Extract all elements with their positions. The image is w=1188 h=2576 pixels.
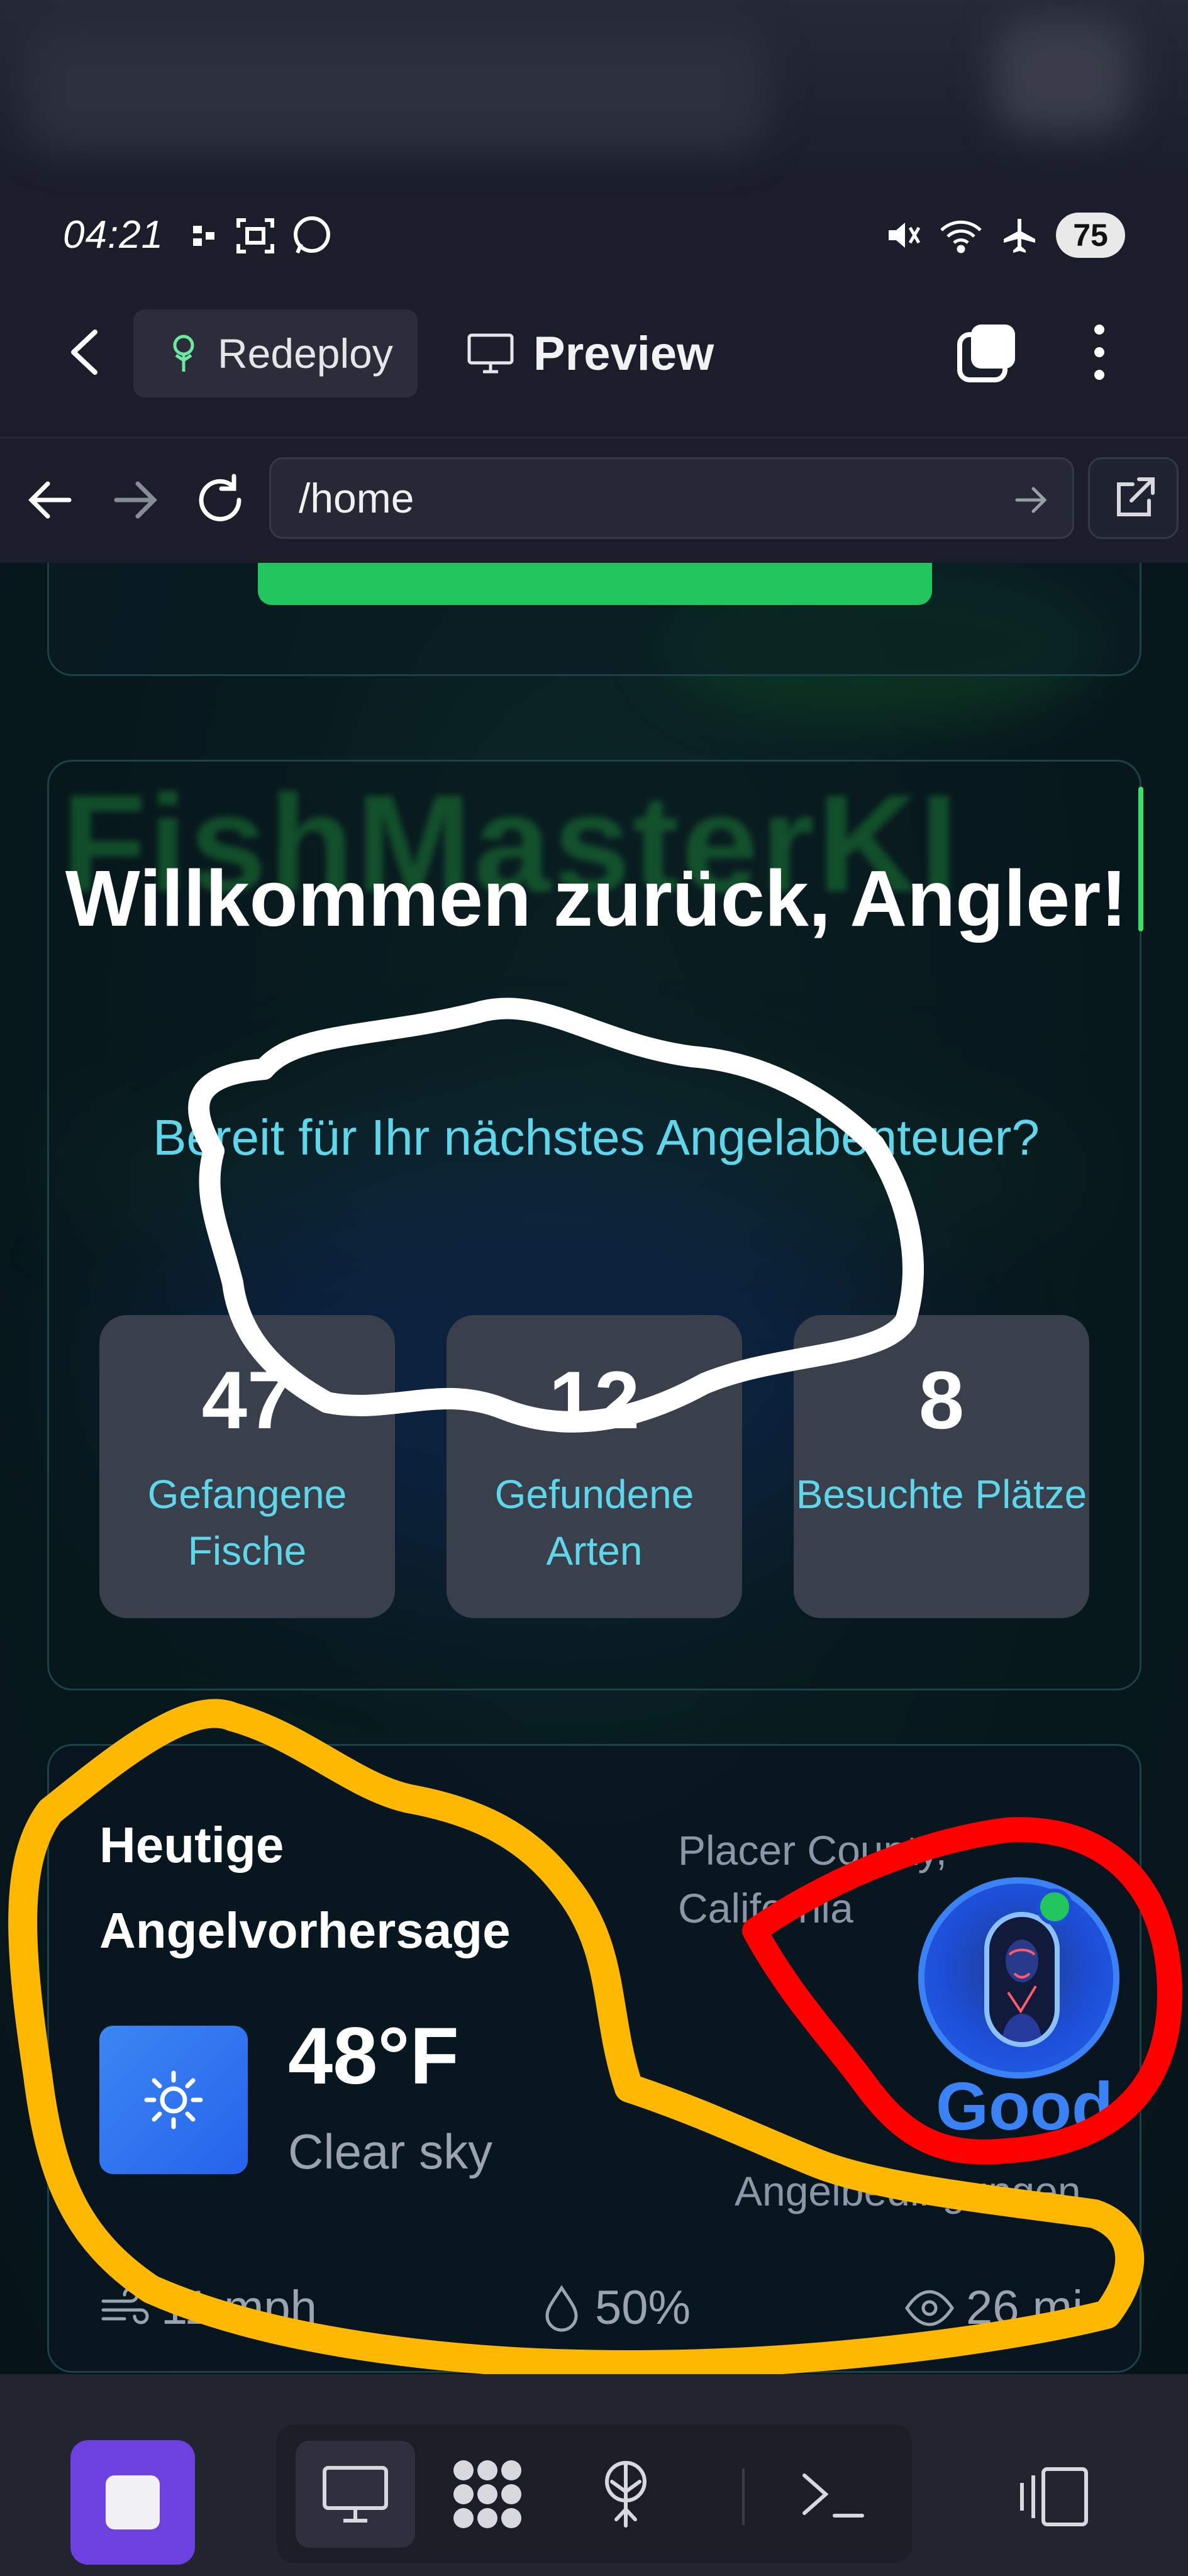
monitor-icon bbox=[467, 333, 514, 374]
external-link-icon bbox=[1117, 477, 1155, 516]
fishing-rating: Good bbox=[936, 2068, 1113, 2144]
tabs-icon[interactable] bbox=[956, 321, 1019, 384]
preview-label: Preview bbox=[533, 326, 714, 380]
welcome-subtitle: Bereit für Ihr nächstes Angelabenteuer? bbox=[153, 1109, 1040, 1165]
stat-card-places: 8 Besuchte Plätze bbox=[794, 1315, 1089, 1618]
temperature: 48°F bbox=[288, 2011, 459, 2101]
preview-tool-button[interactable] bbox=[296, 2441, 415, 2548]
reload-icon[interactable] bbox=[189, 469, 252, 531]
mute-icon bbox=[889, 223, 921, 248]
wind-icon bbox=[101, 2287, 149, 2324]
wind-stat: 11 mph bbox=[99, 2280, 317, 2335]
terminal-tool-button[interactable] bbox=[774, 2441, 893, 2548]
monitor-icon bbox=[323, 2466, 388, 2523]
arrow-right-icon[interactable] bbox=[104, 469, 167, 531]
stat-card-fish: 47 Gefangene Fische bbox=[99, 1315, 395, 1618]
grid-dots-icon bbox=[453, 2460, 521, 2528]
panel-toggle-button[interactable] bbox=[1000, 2450, 1107, 2544]
bottom-toolbar bbox=[0, 2374, 1188, 2576]
more-vertical-icon[interactable] bbox=[1080, 321, 1118, 384]
humidity-value: 50% bbox=[595, 2281, 691, 2334]
app-bar: Redeploy Preview bbox=[0, 283, 1188, 428]
arrow-left-icon[interactable] bbox=[19, 469, 82, 531]
assistant-avatar bbox=[984, 1912, 1060, 2047]
stat-label: Besuchte Plätze bbox=[796, 1472, 1087, 1517]
stat-card-species: 12 Gefundene Arten bbox=[447, 1315, 742, 1618]
network-tree-icon bbox=[173, 335, 194, 372]
open-external-button[interactable] bbox=[1088, 457, 1179, 539]
weather-condition: Clear sky bbox=[288, 2124, 493, 2179]
airplane-icon bbox=[1004, 219, 1035, 253]
side-panel-icon bbox=[1020, 2467, 1088, 2526]
stat-label: Gefangene Fische bbox=[147, 1472, 347, 1574]
online-status-dot bbox=[1036, 1889, 1073, 1925]
screenshot-icon bbox=[236, 218, 274, 253]
sun-icon bbox=[99, 2026, 248, 2174]
battery-indicator: 75 bbox=[1056, 213, 1125, 258]
assistant-chat-button[interactable] bbox=[918, 1877, 1119, 2079]
deploy-tree-icon bbox=[605, 2461, 647, 2528]
tool-group bbox=[277, 2424, 912, 2563]
visibility-stat: 26 mi bbox=[904, 2280, 1083, 2335]
go-arrow-icon[interactable] bbox=[1009, 478, 1053, 522]
stat-label: Gefundene Arten bbox=[494, 1472, 694, 1574]
blurred-notification-area bbox=[0, 0, 1188, 182]
browser-bar: /home bbox=[0, 437, 1188, 563]
weather-title: Heutige Angelvorhersage bbox=[99, 1817, 511, 1958]
terminal-icon bbox=[802, 2473, 864, 2518]
cta-button[interactable] bbox=[258, 563, 932, 605]
humidity-stat: 50% bbox=[540, 2280, 691, 2335]
wifi-icon bbox=[940, 220, 982, 253]
url-text: /home bbox=[299, 475, 414, 521]
stop-button[interactable] bbox=[70, 2440, 195, 2565]
dots-icon bbox=[193, 226, 214, 246]
url-input[interactable]: /home bbox=[269, 457, 1074, 539]
web-content: FishMasterKI Willkommen zurück, Angler! … bbox=[0, 563, 1188, 2374]
preview-tab[interactable]: Preview bbox=[467, 309, 714, 397]
packages-tool-button[interactable] bbox=[428, 2441, 547, 2548]
welcome-card: FishMasterKI Willkommen zurück, Angler! … bbox=[47, 760, 1143, 1690]
droplet-icon bbox=[545, 2284, 578, 2331]
welcome-title: Willkommen zurück, Angler! bbox=[65, 854, 1128, 943]
visibility-value: 26 mi bbox=[966, 2281, 1083, 2334]
redeploy-button[interactable]: Redeploy bbox=[133, 309, 418, 397]
fishing-rating-label: Angelbedingungen bbox=[735, 2168, 1081, 2214]
stat-value: 8 bbox=[918, 1354, 965, 1446]
back-icon[interactable] bbox=[60, 321, 110, 384]
deploy-tool-button[interactable] bbox=[566, 2441, 686, 2548]
whatsapp-icon bbox=[294, 216, 330, 254]
stat-value: 12 bbox=[548, 1354, 640, 1446]
wind-value: 11 mph bbox=[161, 2281, 317, 2334]
eye-icon bbox=[904, 2289, 955, 2326]
tool-divider bbox=[742, 2468, 745, 2525]
redeploy-label: Redeploy bbox=[218, 330, 393, 377]
status-bar: 04:21 75 bbox=[0, 195, 1188, 277]
status-time: 04:21 bbox=[63, 213, 164, 257]
stat-value: 47 bbox=[201, 1354, 293, 1446]
stop-icon bbox=[106, 2475, 160, 2529]
